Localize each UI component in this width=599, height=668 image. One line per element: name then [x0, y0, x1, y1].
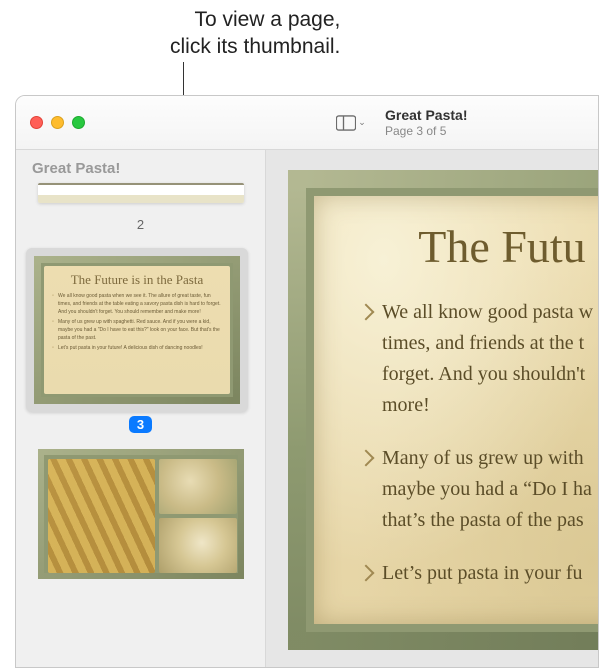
- thumbnail-slide-title: The Future is in the Pasta: [52, 272, 222, 288]
- slide-bullet: We all know good pasta w times, and frie…: [360, 297, 598, 421]
- window-titlebar: ⌄ Great Pasta! Page 3 of 5: [16, 96, 598, 150]
- photo-pasta-3: [159, 518, 237, 573]
- slide-bullet: Many of us grew up with maybe you had a …: [360, 443, 598, 536]
- thumbnail-page-4[interactable]: [26, 449, 255, 579]
- slide-bullet: Let’s put pasta in your fu: [360, 558, 598, 589]
- thumbnail-page-1-partial[interactable]: [26, 183, 255, 203]
- thumbnail-slide: The Future is in the Pasta We all know g…: [34, 256, 240, 404]
- thumbnail-page-3-label: 3: [26, 412, 255, 439]
- minimize-button[interactable]: [51, 116, 64, 129]
- main-slide: The Futu We all know good pasta w times,…: [288, 170, 598, 650]
- close-button[interactable]: [30, 116, 43, 129]
- thumbnail-bullet: We all know good pasta when we see it. T…: [58, 292, 222, 316]
- preview-window: ⌄ Great Pasta! Page 3 of 5 Great Pasta! …: [15, 95, 599, 668]
- annotation-line1: To view a page,: [170, 6, 340, 33]
- thumbnail-bullet: Many of us grew up with spaghetti. Red s…: [58, 318, 222, 342]
- page-number-2: 2: [137, 217, 144, 232]
- page-number-3: 3: [129, 416, 152, 433]
- window-controls: [30, 116, 85, 129]
- annotation-line2: click its thumbnail.: [170, 33, 340, 60]
- sidebar-toggle-button[interactable]: ⌄: [331, 109, 371, 137]
- thumbnail-page-2-label: 2: [26, 213, 255, 238]
- main-view[interactable]: The Futu We all know good pasta w times,…: [266, 150, 598, 667]
- chevron-down-icon: ⌄: [358, 117, 366, 128]
- window-content: Great Pasta! 2 The Future is in the Past…: [16, 150, 598, 667]
- thumbnail-page-3[interactable]: The Future is in the Pasta We all know g…: [26, 248, 248, 412]
- slide-title: The Futu: [342, 220, 598, 273]
- page-indicator: Page 3 of 5: [385, 124, 467, 138]
- thumbnail-photos: [38, 449, 244, 579]
- thumbnail-bullet: Let's put pasta in your future! A delici…: [58, 344, 222, 352]
- photo-pasta-1: [48, 459, 156, 573]
- photo-pasta-2: [159, 459, 237, 514]
- thumbnail-partial: [38, 183, 244, 203]
- document-title: Great Pasta!: [385, 107, 467, 124]
- sidebar-document-title: Great Pasta!: [32, 160, 255, 177]
- sidebar-icon: [336, 115, 356, 131]
- thumbnail-sidebar[interactable]: Great Pasta! 2 The Future is in the Past…: [16, 150, 266, 667]
- zoom-button[interactable]: [72, 116, 85, 129]
- help-annotation: To view a page, click its thumbnail.: [170, 6, 340, 61]
- document-info: Great Pasta! Page 3 of 5: [385, 107, 467, 138]
